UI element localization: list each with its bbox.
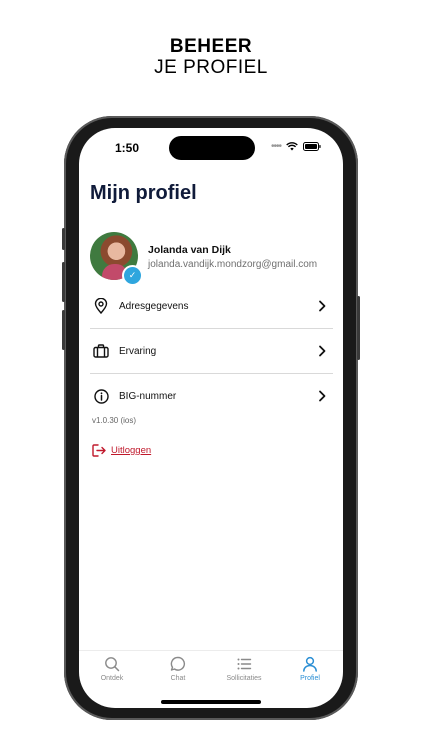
location-pin-icon [92, 297, 110, 315]
logout-button[interactable]: Uitloggen [92, 444, 151, 457]
logout-icon [92, 444, 106, 457]
chevron-right-icon [319, 390, 326, 402]
user-icon [303, 656, 317, 672]
chat-bubble-icon [170, 656, 186, 671]
chevron-right-icon [319, 345, 326, 357]
page-title: Mijn profiel [90, 182, 197, 204]
menu-item-adresgegevens[interactable]: Adresgegevens [90, 284, 333, 329]
tab-label: Chat [170, 675, 186, 682]
tab-profiel[interactable]: Profiel [277, 651, 343, 708]
menu-item-label: BIG-nummer [119, 390, 177, 402]
menu-item-big-nummer[interactable]: BIG-nummer [90, 374, 333, 418]
profile-header: ✓ Jolanda van Dijk jolanda.vandijk.mondz… [90, 232, 335, 286]
promo-headline-line1: BEHEER [169, 36, 253, 57]
status-indicators: •••• [271, 141, 321, 152]
status-time: 1:50 [115, 141, 140, 155]
info-icon [92, 387, 110, 405]
tab-label: Profiel [300, 675, 320, 682]
phone-side-button [62, 228, 65, 250]
profile-menu: Adresgegevens Ervaring BIG-nummer [90, 284, 333, 418]
menu-item-label: Adresgegevens [119, 300, 189, 312]
phone-side-button [62, 310, 65, 350]
signal-icon: •••• [270, 141, 282, 152]
edit-avatar-badge[interactable]: ✓ [122, 265, 143, 286]
phone-side-button [357, 296, 360, 360]
home-indicator [161, 700, 261, 704]
dynamic-island [169, 136, 255, 160]
tab-ontdek[interactable]: Ontdek [79, 651, 145, 708]
app-version: v1.0.30 (ios) [92, 416, 137, 425]
phone-side-button [62, 262, 65, 302]
briefcase-icon [92, 342, 110, 360]
promo-headline: BEHEER JE PROFIEL [0, 36, 422, 78]
logout-label: Uitloggen [111, 445, 152, 456]
profile-email: jolanda.vandijk.mondzorg@gmail.com [148, 259, 318, 270]
profile-name: Jolanda van Dijk [148, 244, 231, 256]
list-icon [237, 658, 252, 670]
app-screen: 1:50 •••• Mijn profiel ✓ Jolanda van Dij… [79, 128, 343, 708]
menu-item-ervaring[interactable]: Ervaring [90, 329, 333, 374]
menu-item-label: Ervaring [119, 345, 157, 357]
tab-label: Sollicitaties [226, 675, 262, 682]
chevron-right-icon [319, 300, 326, 312]
battery-icon [303, 142, 321, 151]
search-icon [105, 657, 120, 672]
wifi-icon [286, 142, 298, 151]
promo-headline-line2: JE PROFIEL [154, 57, 268, 78]
tab-label: Ontdek [100, 675, 124, 682]
